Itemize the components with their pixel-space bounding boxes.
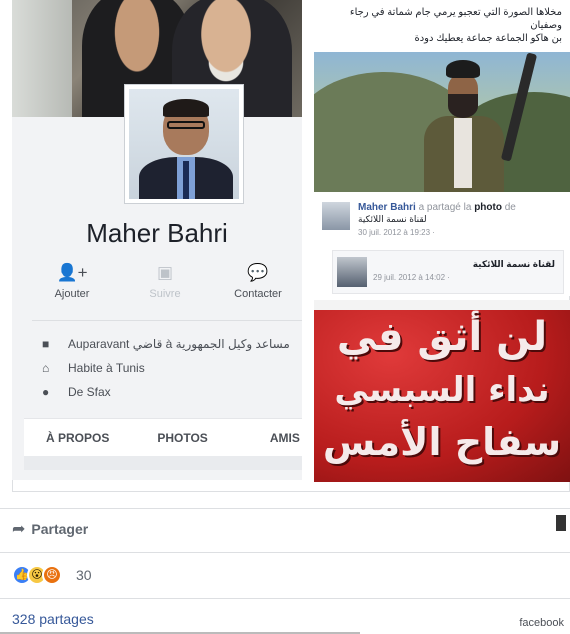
add-friend-label: Ajouter: [54, 288, 90, 300]
shared-post-header: مخلاها الصورة التي تعجبو يرمي جام شماتة …: [314, 0, 570, 44]
poster-top-strip: [314, 300, 570, 310]
about-list: ■ Auparavant قاضي à مساعد وكيل الجمهورية…: [42, 332, 302, 404]
divider: [32, 320, 302, 321]
home-icon: ⌂: [42, 361, 50, 375]
about-item-work: ■ Auparavant قاضي à مساعد وكيل الجمهورية: [42, 332, 302, 356]
profile-card: Maher Bahri 👤+ Ajouter ▣ Suivre 💬 Contac…: [12, 0, 302, 480]
profile-name: Maher Bahri: [86, 218, 228, 248]
watermark: facebook: [519, 617, 564, 629]
contact-button[interactable]: 💬 Contacter: [218, 262, 298, 316]
profile-tabs: À PROPOS PHOTOS AMIS: [24, 418, 302, 456]
share-button[interactable]: ➦ Partager: [12, 519, 88, 539]
shared-post-caption: مخلاها الصورة التي تعجبو يرمي جام شماتة …: [334, 6, 562, 45]
tab-photos[interactable]: PHOTOS: [157, 431, 207, 445]
person-headwrap: [446, 60, 480, 78]
poster-image[interactable]: لن أثق في نداء السبسي سفاح الأمس: [314, 300, 570, 482]
share-of: de: [504, 202, 516, 213]
about-item-from: ● De Sfax: [42, 380, 302, 404]
shared-post-photo[interactable]: [314, 52, 570, 192]
about-home-text: Habite à Tunis: [68, 361, 145, 375]
angry-icon: 😠: [42, 565, 62, 585]
tab-friends[interactable]: AMIS: [270, 431, 300, 445]
share-entry: Maher Bahri a partagé la photo de لقناة …: [314, 198, 570, 244]
share-author-link[interactable]: Maher Bahri: [358, 202, 416, 213]
reaction-count[interactable]: 30: [76, 567, 92, 583]
add-friend-button[interactable]: 👤+ Ajouter: [32, 262, 112, 316]
share-action: a partagé la: [418, 202, 472, 213]
poster-line-3: سفاح الأمس: [322, 420, 562, 464]
follow-button[interactable]: ▣ Suivre: [125, 262, 205, 316]
photo-person: [404, 52, 538, 192]
profile-picture-tie: [183, 161, 189, 199]
poster-line-2: نداء السبسي: [334, 370, 550, 410]
shares-bar: 328 partages facebook: [0, 598, 570, 634]
share-button-label: Partager: [31, 521, 89, 537]
profile-picture-image: [129, 89, 239, 199]
original-timestamp[interactable]: 29 juil. 2012 à 14:02 ·: [373, 273, 450, 282]
reaction-icons: 👍 😮 😠: [12, 565, 62, 585]
follow-label: Suivre: [149, 288, 181, 300]
person-beard: [448, 94, 478, 118]
profile-picture-hair: [163, 99, 209, 117]
original-post-entry: لقناة نسمة اللائكية 29 juil. 2012 à 14:0…: [332, 250, 564, 294]
add-friend-icon: 👤+: [56, 263, 88, 282]
about-item-home: ⌂ Habite à Tunis: [42, 356, 302, 380]
profile-picture[interactable]: [124, 84, 244, 204]
about-work-text: قاضي à مساعد وكيل الجمهورية: [132, 337, 290, 351]
original-page-link[interactable]: لقناة نسمة اللائكية: [473, 259, 555, 270]
poster-line-1: لن أثق في: [336, 314, 548, 360]
tabs-underlay: [24, 456, 302, 470]
messenger-icon: 💬: [247, 263, 269, 282]
profile-picture-glasses: [167, 121, 205, 129]
caption-line-2: بن هاكو الجماعة جماعة يعطيك دودة: [414, 33, 562, 44]
about-work-prefix: Auparavant: [68, 337, 130, 351]
briefcase-icon: ■: [42, 337, 50, 351]
avatar[interactable]: [322, 202, 350, 230]
corner-thumbnail: [556, 515, 566, 531]
share-page-link[interactable]: لقناة نسمة اللائكية: [358, 214, 427, 225]
reactions-bar[interactable]: 👍 😮 😠 30: [0, 552, 570, 596]
avatar[interactable]: [337, 257, 367, 287]
screenshot-root: Maher Bahri 👤+ Ajouter ▣ Suivre 💬 Contac…: [0, 0, 570, 634]
about-from-text: De Sfax: [68, 385, 111, 399]
share-text: Maher Bahri a partagé la photo de: [358, 202, 516, 214]
tab-about[interactable]: À PROPOS: [46, 431, 109, 445]
cover-window: [12, 0, 72, 117]
caption-line-1: مخلاها الصورة التي تعجبو يرمي جام شماتة …: [349, 7, 562, 31]
shares-count-link[interactable]: 328 partages: [12, 611, 94, 627]
shared-post-card: مخلاها الصورة التي تعجبو يرمي جام شماتة …: [314, 0, 570, 296]
share-object-link[interactable]: photo: [474, 202, 502, 213]
profile-actions: 👤+ Ajouter ▣ Suivre 💬 Contacter: [32, 262, 298, 316]
contact-label: Contacter: [234, 288, 282, 300]
share-timestamp[interactable]: 30 juil. 2012 à 19:23 ·: [358, 228, 435, 237]
post-action-bar: ➦ Partager: [0, 508, 570, 548]
person-shirt: [454, 118, 472, 188]
follow-icon: ▣: [156, 263, 174, 282]
location-pin-icon: ●: [42, 385, 50, 399]
share-arrow-icon: ➦: [12, 521, 26, 538]
